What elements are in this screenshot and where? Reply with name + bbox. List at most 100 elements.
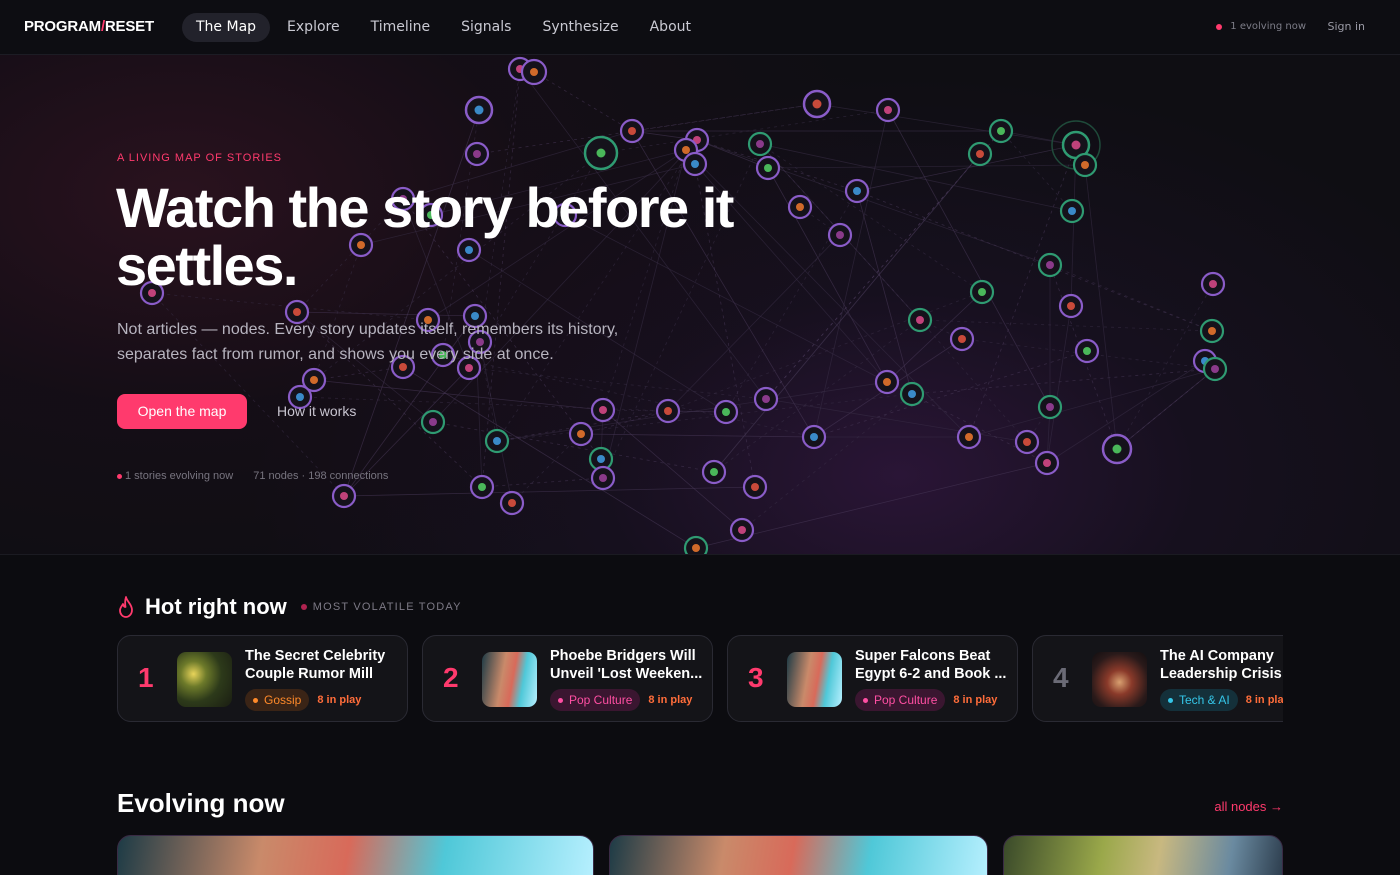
story-node[interactable] <box>1200 271 1226 297</box>
story-node[interactable] <box>1014 429 1040 455</box>
in-play-count: 8 in play <box>317 694 362 706</box>
story-node[interactable] <box>1199 318 1225 344</box>
hot-card[interactable]: 3 Super Falcons Beat Egypt 6-2 and Book … <box>727 635 1018 722</box>
nav-item-explore[interactable]: Explore <box>273 13 354 42</box>
category-dot-icon <box>863 697 868 703</box>
story-node[interactable] <box>969 279 995 305</box>
nav-item-synthesize[interactable]: Synthesize <box>528 13 632 42</box>
story-node[interactable] <box>701 459 727 485</box>
story-node[interactable] <box>956 424 982 450</box>
story-node[interactable] <box>1059 198 1085 224</box>
category-dot-icon <box>558 697 563 703</box>
story-node[interactable] <box>907 307 933 333</box>
story-node[interactable] <box>590 465 616 491</box>
story-node[interactable] <box>499 490 525 516</box>
how-it-works-link[interactable]: How it works <box>277 403 356 419</box>
story-node[interactable] <box>713 399 739 425</box>
category-label: Tech & AI <box>1179 693 1230 707</box>
hot-card-meta: Tech & AI 8 in play <box>1160 689 1283 711</box>
hot-card-title-line1: The Secret Celebrity <box>245 648 386 664</box>
story-node[interactable] <box>1037 394 1063 420</box>
story-node[interactable] <box>899 381 925 407</box>
story-node[interactable] <box>844 178 870 204</box>
story-node[interactable] <box>420 409 446 435</box>
logo[interactable]: PROGRAM/RESET <box>24 18 154 35</box>
logo-right: RESET <box>104 18 154 35</box>
hot-card-meta: Gossip 8 in play <box>245 689 361 711</box>
evolving-card-image[interactable] <box>609 835 988 875</box>
graph-edge <box>667 291 983 412</box>
hot-card-meta: Pop Culture 8 in play <box>550 689 692 711</box>
story-node[interactable] <box>875 97 901 123</box>
story-node[interactable] <box>682 151 708 177</box>
hot-card-title: Phoebe Bridgers Will Unveil 'Lost Weeken… <box>550 647 708 683</box>
nav-item-timeline[interactable]: Timeline <box>357 13 445 42</box>
category-pill[interactable]: Gossip <box>245 689 310 711</box>
category-label: Pop Culture <box>874 693 938 707</box>
nav-item-signals[interactable]: Signals <box>447 13 525 42</box>
story-node[interactable] <box>568 421 594 447</box>
graph-edge <box>496 393 913 442</box>
story-node[interactable] <box>469 474 495 500</box>
story-node[interactable] <box>1037 252 1063 278</box>
evolving-card-image[interactable] <box>117 835 594 875</box>
category-label: Gossip <box>264 693 302 707</box>
graph-edge <box>856 190 1213 332</box>
story-node[interactable] <box>583 135 619 171</box>
story-node[interactable] <box>520 58 548 86</box>
story-node[interactable] <box>802 89 832 119</box>
in-play-count: 8 in play <box>953 694 998 706</box>
story-node[interactable] <box>464 141 490 167</box>
story-node[interactable] <box>747 131 773 157</box>
nav-item-the-map[interactable]: The Map <box>182 13 271 42</box>
hot-card-title-line2: Couple Rumor Mill <box>245 666 374 682</box>
graph-edge <box>1116 368 1216 450</box>
story-node[interactable] <box>742 474 768 500</box>
evolving-card-image[interactable] <box>1003 835 1283 875</box>
hot-title: Hot right now <box>145 594 287 619</box>
category-dot-icon <box>253 697 258 703</box>
hot-subtitle-text: MOST VOLATILE TODAY <box>312 601 462 613</box>
story-node[interactable] <box>1202 356 1228 382</box>
open-map-button[interactable]: Open the map <box>117 394 247 429</box>
story-node[interactable] <box>683 535 709 555</box>
story-node[interactable] <box>619 118 645 144</box>
story-node[interactable] <box>753 386 779 412</box>
story-node[interactable] <box>988 118 1014 144</box>
story-node[interactable] <box>655 398 681 424</box>
hot-card-thumbnail <box>177 652 232 707</box>
story-node[interactable] <box>1074 338 1100 364</box>
evolving-title: Evolving now <box>117 788 285 818</box>
story-node[interactable] <box>755 155 781 181</box>
hot-card-title: The AI Company Leadership Crisis <box>1160 647 1283 683</box>
story-node[interactable] <box>590 397 616 423</box>
category-pill[interactable]: Pop Culture <box>550 689 641 711</box>
main-menu: The Map Explore Timeline Signals Synthes… <box>182 13 708 42</box>
graph-edge <box>343 109 480 497</box>
hot-card-thumbnail <box>482 652 537 707</box>
nav-item-about[interactable]: About <box>636 13 705 42</box>
hot-card[interactable]: 4 The AI Company Leadership Crisis Tech … <box>1032 635 1283 722</box>
all-nodes-link[interactable]: all nodes → <box>1214 799 1283 814</box>
story-node[interactable] <box>484 428 510 454</box>
stat-dot-icon <box>117 473 122 479</box>
story-node[interactable] <box>949 326 975 352</box>
story-node[interactable] <box>874 369 900 395</box>
story-node[interactable] <box>1072 152 1098 178</box>
hot-card[interactable]: 2 Phoebe Bridgers Will Unveil 'Lost Week… <box>422 635 713 722</box>
hot-card[interactable]: 1 The Secret Celebrity Couple Rumor Mill… <box>117 635 408 722</box>
story-node[interactable] <box>801 424 827 450</box>
graph-edge <box>816 103 1077 146</box>
story-node[interactable] <box>1034 450 1060 476</box>
story-node[interactable] <box>1058 293 1084 319</box>
sign-in-link[interactable]: Sign in <box>1327 20 1365 33</box>
story-node[interactable] <box>464 95 494 125</box>
graph-edge <box>713 319 921 473</box>
story-node[interactable] <box>1101 433 1133 465</box>
category-pill[interactable]: Tech & AI <box>1160 689 1238 711</box>
story-node[interactable] <box>967 141 993 167</box>
story-node[interactable] <box>729 517 755 543</box>
story-node[interactable] <box>331 483 357 509</box>
graph-edge <box>1084 164 1118 450</box>
category-pill[interactable]: Pop Culture <box>855 689 946 711</box>
